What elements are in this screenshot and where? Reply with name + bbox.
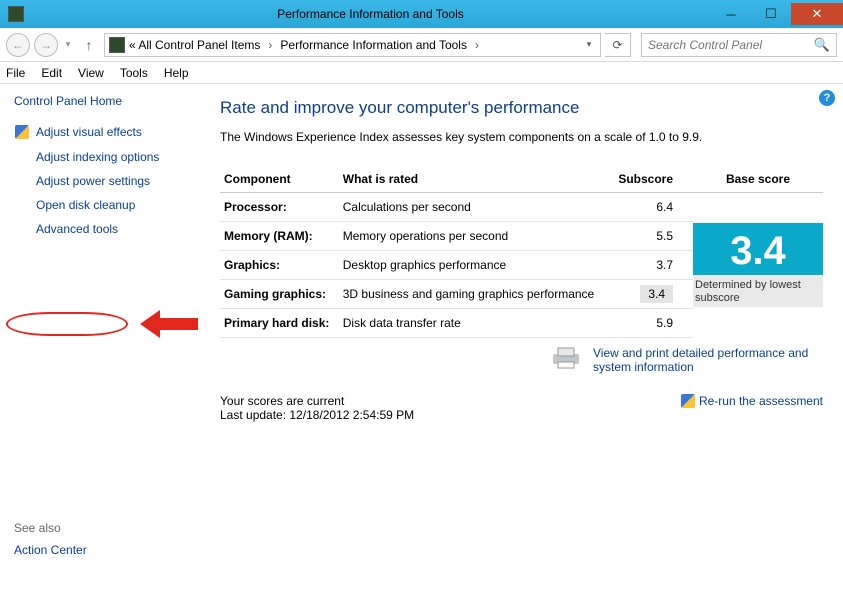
navbar: ← → ▾ ↑ « All Control Panel Items Perfor… [0,28,843,62]
menu-view[interactable]: View [78,66,104,80]
status-current: Your scores are current [220,394,414,408]
sidebar-item-indexing[interactable]: Adjust indexing options [14,150,196,164]
refresh-button[interactable]: ⟳ [605,33,631,57]
cell-subscore: 3.7 [611,251,693,280]
annotation-circle [6,312,128,336]
cell-subscore: 3.4 [611,280,693,309]
printer-icon [549,346,583,370]
cell-rated: 3D business and gaming graphics performa… [339,280,611,309]
see-also-heading: See also [14,521,61,535]
base-score-note: Determined by lowest subscore [693,275,823,307]
chevron-right-icon [471,38,483,52]
sidebar-item-advanced-tools[interactable]: Advanced tools [14,222,196,236]
main-content: ? Rate and improve your computer's perfo… [200,84,843,595]
window-title: Performance Information and Tools [30,7,711,21]
search-input[interactable] [648,38,814,52]
menu-help[interactable]: Help [164,66,189,80]
search-box[interactable]: 🔍 [641,33,837,57]
sidebar: Control Panel Home Adjust visual effects… [0,84,200,595]
rerun-assessment-link[interactable]: Re-run the assessment [681,394,823,408]
cell-rated: Calculations per second [339,193,611,222]
menu-tools[interactable]: Tools [120,66,148,80]
breadcrumb[interactable]: « All Control Panel Items [129,38,260,52]
back-button[interactable]: ← [6,33,30,57]
chevron-right-icon [264,38,276,52]
base-score-cell: 3.4 Determined by lowest subscore [693,193,823,338]
cell-component: Memory (RAM): [220,222,339,251]
titlebar: Performance Information and Tools ─ ☐ ✕ [0,0,843,28]
cell-subscore: 5.9 [611,309,693,338]
sidebar-item-label: Adjust power settings [36,174,150,188]
shield-icon [14,124,30,140]
col-component: Component [220,166,339,193]
menu-edit[interactable]: Edit [41,66,62,80]
app-icon [8,6,24,22]
col-rated: What is rated [339,166,611,193]
up-button[interactable]: ↑ [78,34,100,56]
sidebar-item-disk-cleanup[interactable]: Open disk cleanup [14,198,196,212]
sidebar-item-visual-effects[interactable]: Adjust visual effects [14,124,196,140]
location-icon [109,37,125,53]
close-button[interactable]: ✕ [791,3,843,25]
annotation-arrow-icon [140,306,204,342]
view-print-details-link[interactable]: View and print detailed performance and … [593,346,823,374]
page-title: Rate and improve your computer's perform… [220,98,823,118]
page-subtitle: The Windows Experience Index assesses ke… [220,130,823,144]
control-panel-home-link[interactable]: Control Panel Home [14,94,196,108]
address-bar[interactable]: « All Control Panel Items Performance In… [104,33,601,57]
forward-button[interactable]: → [34,33,58,57]
rerun-label: Re-run the assessment [699,394,823,408]
menubar: File Edit View Tools Help [0,62,843,84]
scores-table: Component What is rated Subscore Base sc… [220,166,823,338]
status-last-update: Last update: 12/18/2012 2:54:59 PM [220,408,414,422]
base-score-box: 3.4 [693,223,823,275]
cell-rated: Desktop graphics performance [339,251,611,280]
col-subscore: Subscore [611,166,693,193]
search-icon[interactable]: 🔍 [814,37,830,53]
cell-rated: Memory operations per second [339,222,611,251]
sidebar-item-label: Open disk cleanup [36,198,135,212]
history-dropdown[interactable]: ▾ [62,39,74,50]
help-icon[interactable]: ? [819,90,835,106]
cell-rated: Disk data transfer rate [339,309,611,338]
sidebar-item-power[interactable]: Adjust power settings [14,174,196,188]
base-score-value: 3.4 [697,231,819,271]
sidebar-item-label: Adjust visual effects [36,125,142,139]
cell-component: Gaming graphics: [220,280,339,309]
table-row: Processor: Calculations per second 6.4 3… [220,193,823,222]
maximize-button[interactable]: ☐ [751,3,791,25]
sidebar-item-label: Advanced tools [36,222,118,236]
cell-subscore: 5.5 [611,222,693,251]
cell-component: Primary hard disk: [220,309,339,338]
status-block: Your scores are current Last update: 12/… [220,394,414,422]
menu-file[interactable]: File [6,66,25,80]
shield-icon [681,394,695,408]
breadcrumb[interactable]: Performance Information and Tools [280,38,467,52]
sidebar-item-label: Adjust indexing options [36,150,159,164]
col-basescore: Base score [693,166,823,193]
cell-component: Processor: [220,193,339,222]
cell-subscore: 6.4 [611,193,693,222]
minimize-button[interactable]: ─ [711,3,751,25]
address-dropdown[interactable]: ▾ [582,39,596,50]
cell-component: Graphics: [220,251,339,280]
action-center-link[interactable]: Action Center [14,543,87,557]
